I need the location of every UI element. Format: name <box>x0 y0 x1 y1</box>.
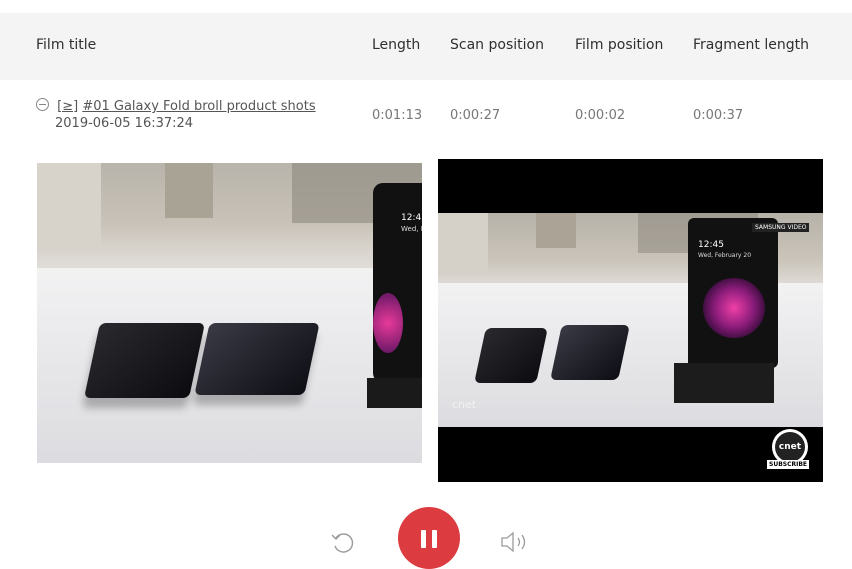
pause-icon <box>421 530 426 548</box>
folded-phone-2 <box>550 325 630 380</box>
column-scan-position: Scan position <box>450 37 544 53</box>
phone-stand <box>367 378 422 408</box>
minus-circle-icon[interactable] <box>36 98 49 111</box>
cnet-logo-text: cnet <box>775 432 805 462</box>
phone-date: Wed, February 20 <box>698 252 752 259</box>
column-length: Length <box>372 37 421 53</box>
pause-icon-bar <box>432 530 437 548</box>
background-pillar <box>165 163 213 218</box>
left-phone-time: 12:45 <box>401 213 422 223</box>
standing-phone: 12:45 Wed, F <box>373 183 422 383</box>
phone-time: 12:45 <box>698 240 724 250</box>
scan-frame-thumbnail[interactable]: 12:45 Wed, F <box>37 163 422 463</box>
column-film-position: Film position <box>575 37 664 53</box>
replay-icon[interactable] <box>330 529 356 555</box>
row-tag-link[interactable]: [≥] <box>57 99 78 114</box>
video-frame: 12:45 Wed, February 20 SAMSUNG VIDEO cne… <box>438 213 823 427</box>
row-scan-position: 0:00:27 <box>450 108 501 123</box>
row-film-position: 0:00:02 <box>575 108 626 123</box>
subscribe-label[interactable]: SUBSCRIBE <box>767 460 810 469</box>
pause-button[interactable] <box>398 507 460 569</box>
background-wall <box>37 163 101 248</box>
row-length: 0:01:13 <box>372 108 423 123</box>
folded-phone-1 <box>474 328 548 383</box>
folded-phone-2 <box>194 323 320 395</box>
left-phone-date: Wed, F <box>401 225 422 233</box>
butterfly-wallpaper <box>373 293 403 353</box>
playback-controls <box>0 505 852 569</box>
phone-stand <box>674 363 774 403</box>
film-title-link[interactable]: #01 Galaxy Fold broll product shots <box>82 99 315 114</box>
column-film-title: Film title <box>36 37 97 53</box>
butterfly-wallpaper <box>703 278 765 338</box>
background-wall <box>438 213 488 273</box>
film-date: 2019-06-05 16:37:24 <box>55 116 194 131</box>
video-preview-thumbnail[interactable]: 12:45 Wed, February 20 SAMSUNG VIDEO cne… <box>438 159 823 482</box>
column-fragment-length: Fragment length <box>693 37 809 53</box>
volume-icon[interactable] <box>499 529 535 555</box>
table-row: [≥] #01 Galaxy Fold broll product shots <box>36 97 316 114</box>
row-fragment-length: 0:00:37 <box>693 108 744 123</box>
cnet-watermark: cnet <box>452 398 477 411</box>
samsung-video-badge: SAMSUNG VIDEO <box>752 223 810 232</box>
standing-phone: 12:45 Wed, February 20 <box>688 218 778 368</box>
folded-phone-1 <box>84 323 205 398</box>
background-pillar <box>536 213 576 248</box>
